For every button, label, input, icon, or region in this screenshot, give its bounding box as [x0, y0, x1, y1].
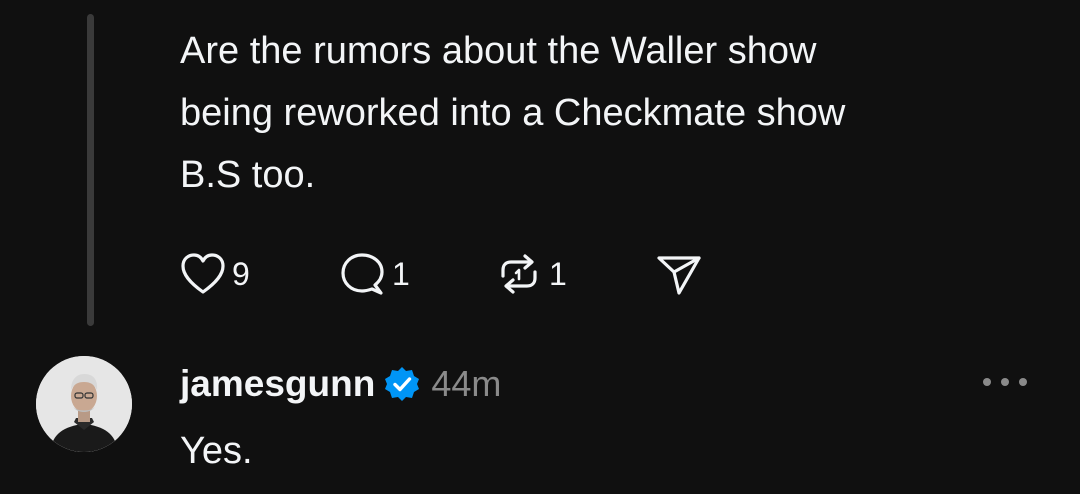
avatar[interactable]	[36, 356, 132, 452]
reply-button[interactable]: 1	[340, 252, 495, 296]
heart-icon	[180, 252, 226, 296]
like-count: 9	[232, 255, 250, 292]
avatar-image	[36, 356, 132, 452]
share-icon	[655, 252, 703, 296]
thread-connector-line	[87, 14, 94, 326]
share-button[interactable]	[655, 252, 703, 296]
username[interactable]: jamesgunn	[180, 363, 375, 405]
repost-button[interactable]: 1	[495, 252, 655, 296]
repost-icon	[495, 252, 543, 296]
like-button[interactable]: 9	[180, 252, 340, 296]
reply-count: 1	[392, 255, 410, 292]
repost-count: 1	[549, 255, 567, 292]
reply-icon	[340, 252, 386, 296]
verified-badge-icon	[383, 365, 421, 403]
post-actions: 9 1 1	[180, 248, 703, 300]
reply-text: Yes.	[180, 430, 253, 472]
reply-timestamp: 44m	[431, 363, 502, 404]
post-text: Are the rumors about the Waller show bei…	[180, 30, 846, 196]
reply-header: jamesgunn 44m	[180, 358, 501, 410]
more-icon[interactable]	[980, 372, 1030, 397]
